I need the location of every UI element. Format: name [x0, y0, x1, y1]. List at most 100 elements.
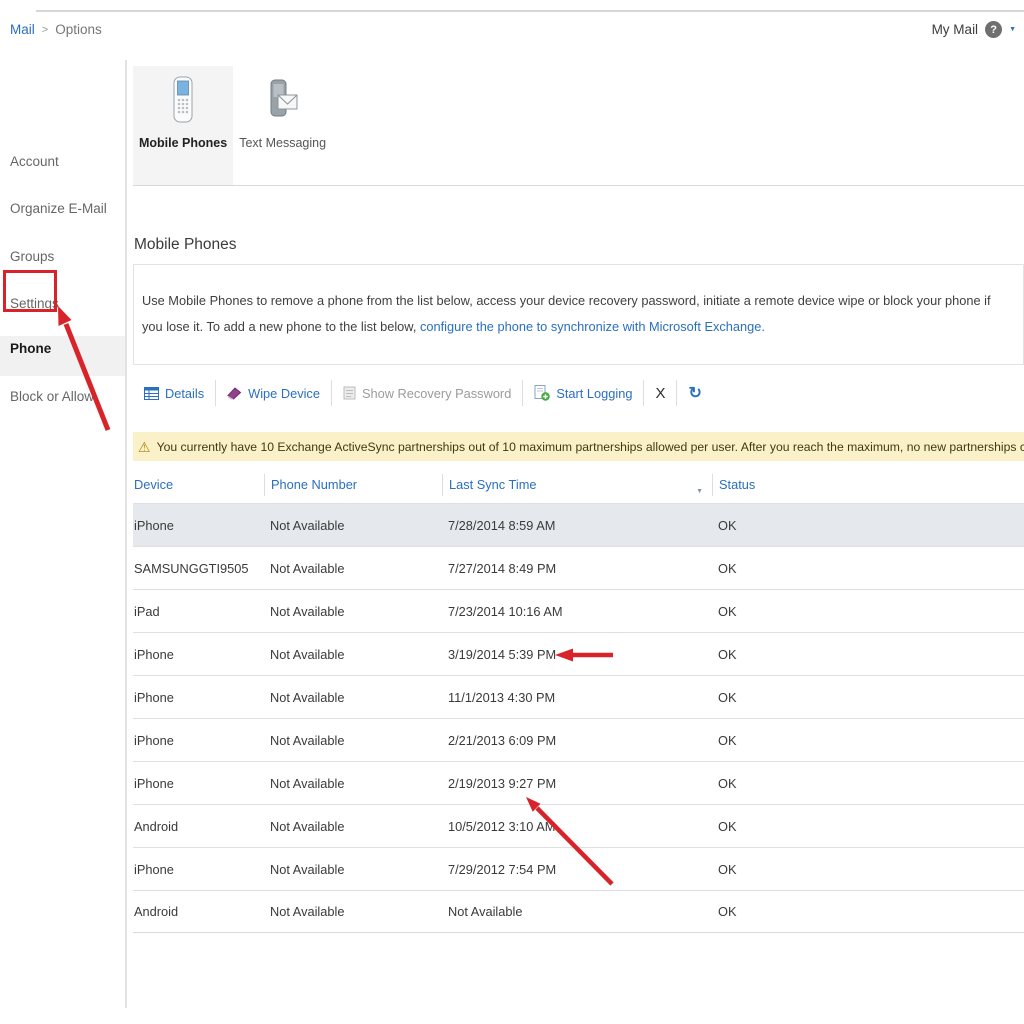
- warning-icon: ⚠: [138, 440, 151, 454]
- top-border-line: [36, 10, 1024, 12]
- description-panel: Use Mobile Phones to remove a phone from…: [133, 264, 1024, 365]
- sidebar-item-settings[interactable]: Settings: [0, 291, 125, 316]
- device-cell: iPhone: [133, 518, 264, 533]
- eraser-icon: [227, 386, 242, 400]
- table-row[interactable]: Android Not Available Not Available OK: [133, 890, 1024, 933]
- partnership-warning-banner: ⚠ You currently have 10 Exchange ActiveS…: [133, 432, 1024, 461]
- device-cell: iPhone: [133, 862, 264, 877]
- details-icon: [144, 387, 159, 400]
- owa-options-page: Mail > Options My Mail ? ▼ Account Organ…: [0, 0, 1024, 1024]
- device-cell: iPhone: [133, 690, 264, 705]
- last-sync-cell: 3/19/2014 5:39 PM: [442, 647, 712, 662]
- refresh-button[interactable]: ↻: [677, 374, 712, 412]
- details-label: Details: [165, 386, 204, 401]
- status-cell: OK: [712, 604, 1024, 619]
- header-account-area: My Mail ? ▼: [932, 21, 1016, 38]
- last-sync-cell: 2/21/2013 6:09 PM: [442, 733, 712, 748]
- table-header-row: Device Phone Number Last Sync Time ▼ Sta…: [133, 466, 1024, 503]
- phone-number-cell: Not Available: [264, 604, 442, 619]
- wipe-device-label: Wipe Device: [248, 386, 320, 401]
- phone-number-cell: Not Available: [264, 690, 442, 705]
- wipe-device-button[interactable]: Wipe Device: [216, 374, 331, 412]
- breadcrumb-mail-link[interactable]: Mail: [10, 22, 35, 37]
- tabs-underline: [133, 185, 1024, 186]
- device-cell: iPhone: [133, 733, 264, 748]
- status-cell: OK: [712, 776, 1024, 791]
- sort-descending-icon: ▼: [696, 481, 703, 503]
- start-logging-button[interactable]: Start Logging: [523, 374, 643, 412]
- last-sync-cell: 7/29/2012 7:54 PM: [442, 862, 712, 877]
- start-logging-icon: [534, 385, 550, 401]
- column-header-phone-number[interactable]: Phone Number: [264, 474, 442, 496]
- account-name-label: My Mail: [932, 22, 979, 37]
- details-button[interactable]: Details: [133, 374, 215, 412]
- table-row[interactable]: iPhone Not Available 2/19/2013 9:27 PM O…: [133, 761, 1024, 804]
- table-row[interactable]: iPad Not Available 7/23/2014 10:16 AM OK: [133, 589, 1024, 632]
- last-sync-cell: 11/1/2013 4:30 PM: [442, 690, 712, 705]
- phone-number-cell: Not Available: [264, 733, 442, 748]
- delete-button[interactable]: X: [644, 374, 676, 412]
- sidebar-item-phone[interactable]: Phone: [0, 336, 125, 376]
- status-cell: OK: [712, 819, 1024, 834]
- status-cell: OK: [712, 904, 1024, 919]
- table-row[interactable]: iPhone Not Available 2/21/2013 6:09 PM O…: [133, 718, 1024, 761]
- show-recovery-password-label: Show Recovery Password: [362, 386, 511, 401]
- device-cell: Android: [133, 904, 264, 919]
- sidebar-item-organize-email[interactable]: Organize E-Mail: [0, 196, 125, 221]
- last-sync-cell: 7/23/2014 10:16 AM: [442, 604, 712, 619]
- tab-text-messaging[interactable]: Text Messaging: [233, 66, 332, 185]
- status-cell: OK: [712, 561, 1024, 576]
- last-sync-cell: 2/19/2013 9:27 PM: [442, 776, 712, 791]
- sidebar-item-account[interactable]: Account: [0, 149, 125, 174]
- refresh-icon: ↻: [688, 383, 701, 403]
- sidebar-item-groups[interactable]: Groups: [0, 244, 125, 269]
- phone-number-cell: Not Available: [264, 518, 442, 533]
- table-row[interactable]: iPhone Not Available 11/1/2013 4:30 PM O…: [133, 675, 1024, 718]
- column-header-last-sync-time-label: Last Sync Time: [449, 477, 536, 492]
- text-messaging-icon: [267, 76, 299, 124]
- device-cell: iPad: [133, 604, 264, 619]
- table-row[interactable]: SAMSUNGGTI9505 Not Available 7/27/2014 8…: [133, 546, 1024, 589]
- status-cell: OK: [712, 647, 1024, 662]
- toolbar: Details Wipe Device Show Rec: [133, 374, 1024, 412]
- recovery-password-icon: [343, 386, 356, 400]
- delete-icon: X: [655, 385, 665, 402]
- help-icon[interactable]: ?: [985, 21, 1002, 38]
- phone-number-cell: Not Available: [264, 819, 442, 834]
- table-row[interactable]: iPhone Not Available 7/28/2014 8:59 AM O…: [133, 503, 1024, 546]
- description-text: Use Mobile Phones to remove a phone from…: [142, 288, 1009, 340]
- sidebar: Account Organize E-Mail Groups Settings …: [0, 60, 125, 1010]
- phone-number-cell: Not Available: [264, 561, 442, 576]
- status-cell: OK: [712, 862, 1024, 877]
- phone-number-cell: Not Available: [264, 776, 442, 791]
- last-sync-cell: 10/5/2012 3:10 AM: [442, 819, 712, 834]
- column-header-status[interactable]: Status: [712, 474, 1024, 496]
- tab-mobile-phones[interactable]: Mobile Phones: [133, 66, 233, 185]
- tab-mobile-phones-label: Mobile Phones: [139, 136, 227, 150]
- sidebar-item-block-or-allow[interactable]: Block or Allow: [0, 384, 125, 409]
- status-cell: OK: [712, 690, 1024, 705]
- column-header-last-sync-time[interactable]: Last Sync Time ▼: [442, 474, 712, 496]
- show-recovery-password-button[interactable]: Show Recovery Password: [332, 374, 522, 412]
- page-title: Mobile Phones: [134, 236, 237, 254]
- phone-number-cell: Not Available: [264, 647, 442, 662]
- table-row[interactable]: iPhone Not Available 3/19/2014 5:39 PM O…: [133, 632, 1024, 675]
- phone-number-cell: Not Available: [264, 904, 442, 919]
- table-row[interactable]: iPhone Not Available 7/29/2012 7:54 PM O…: [133, 847, 1024, 890]
- mobile-phone-icon: [171, 76, 195, 124]
- phone-number-cell: Not Available: [264, 862, 442, 877]
- tab-text-messaging-label: Text Messaging: [239, 136, 326, 150]
- device-cell: iPhone: [133, 776, 264, 791]
- table-row[interactable]: Android Not Available 10/5/2012 3:10 AM …: [133, 804, 1024, 847]
- configure-phone-link[interactable]: configure the phone to synchronize with …: [420, 319, 765, 334]
- chevron-down-icon[interactable]: ▼: [1009, 26, 1016, 33]
- column-header-device[interactable]: Device: [133, 474, 264, 496]
- phone-tabs: Mobile Phones Text Messaging: [133, 66, 332, 185]
- status-cell: OK: [712, 733, 1024, 748]
- last-sync-cell: 7/28/2014 8:59 AM: [442, 518, 712, 533]
- status-cell: OK: [712, 518, 1024, 533]
- last-sync-cell: Not Available: [442, 904, 712, 919]
- device-cell: Android: [133, 819, 264, 834]
- last-sync-cell: 7/27/2014 8:49 PM: [442, 561, 712, 576]
- breadcrumb-separator: >: [42, 24, 48, 36]
